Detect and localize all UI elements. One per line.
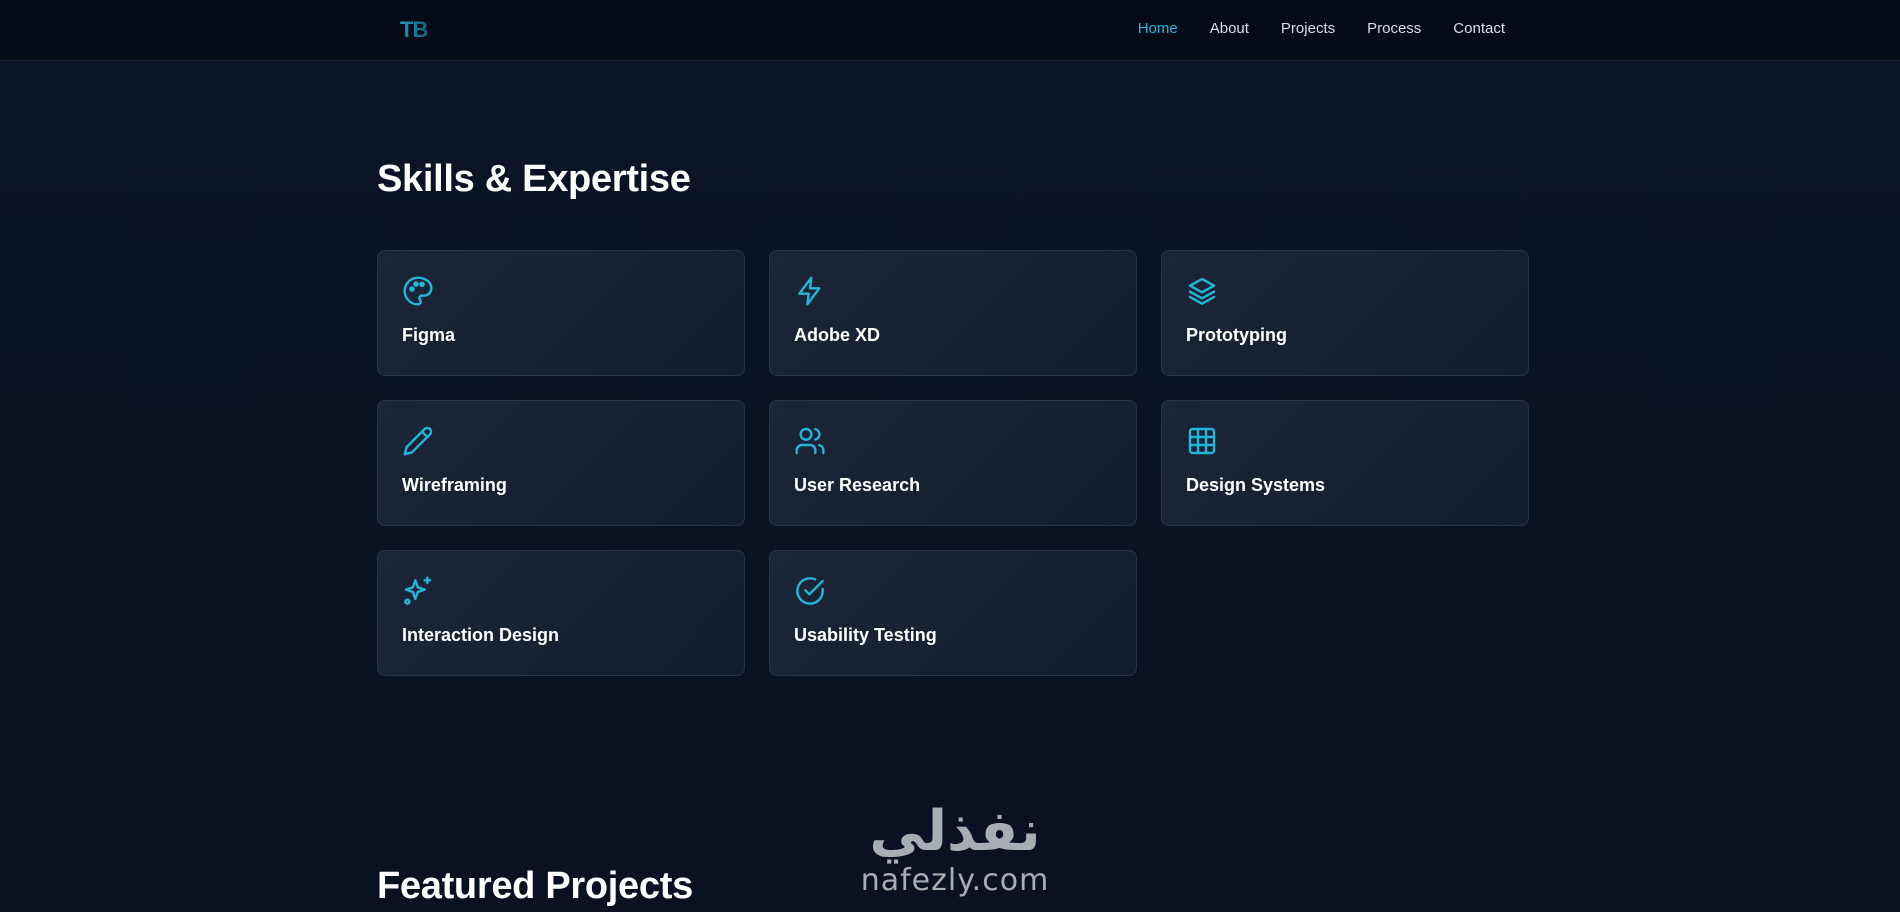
skill-label: Design Systems xyxy=(1186,475,1326,495)
skills-section-title: Skills & Expertise xyxy=(377,158,691,200)
projects-section-title: Featured Projects xyxy=(377,865,693,907)
skill-label: Usability Testing xyxy=(794,625,937,645)
watermark: نفذلي nafezly.com xyxy=(840,800,1070,912)
check-circle-icon xyxy=(794,575,826,607)
skill-label: Interaction Design xyxy=(402,625,560,645)
layers-icon xyxy=(1186,275,1218,307)
skill-label: Prototyping xyxy=(1186,325,1287,345)
skill-card-design-systems[interactable]: Design Systems xyxy=(1161,400,1529,526)
top-navbar: TB Home About Projects Process Contact xyxy=(0,0,1900,61)
nav-link-home[interactable]: Home xyxy=(1138,20,1178,37)
nav-link-projects[interactable]: Projects xyxy=(1281,20,1335,37)
palette-icon xyxy=(402,275,434,307)
watermark-arabic: نفذلي xyxy=(869,799,1041,864)
skill-card-adobe-xd[interactable]: Adobe XD xyxy=(769,250,1137,376)
sparkles-icon xyxy=(402,575,434,607)
skill-label: Figma xyxy=(402,325,456,345)
nav-link-process[interactable]: Process xyxy=(1367,20,1421,37)
nav-link-about[interactable]: About xyxy=(1210,20,1249,37)
skill-card-figma[interactable]: Figma xyxy=(377,250,745,376)
skills-grid: Figma Adobe XD Prototyping Wireframing U… xyxy=(377,250,1529,676)
skill-card-interaction-design[interactable]: Interaction Design xyxy=(377,550,745,676)
skill-card-user-research[interactable]: User Research xyxy=(769,400,1137,526)
pencil-icon xyxy=(402,425,434,457)
lightning-icon xyxy=(794,275,826,307)
nav-links: Home About Projects Process Contact xyxy=(1138,20,1505,37)
skill-label: Wireframing xyxy=(402,475,507,495)
logo[interactable]: TB xyxy=(400,17,428,43)
nav-link-contact[interactable]: Contact xyxy=(1453,20,1505,37)
skill-card-wireframing[interactable]: Wireframing xyxy=(377,400,745,526)
grid-icon xyxy=(1186,425,1218,457)
skill-label: Adobe XD xyxy=(794,325,881,345)
watermark-latin: nafezly.com xyxy=(860,863,1050,898)
skill-card-prototyping[interactable]: Prototyping xyxy=(1161,250,1529,376)
users-icon xyxy=(794,425,826,457)
skill-label: User Research xyxy=(794,475,921,495)
skill-card-usability-testing[interactable]: Usability Testing xyxy=(769,550,1137,676)
